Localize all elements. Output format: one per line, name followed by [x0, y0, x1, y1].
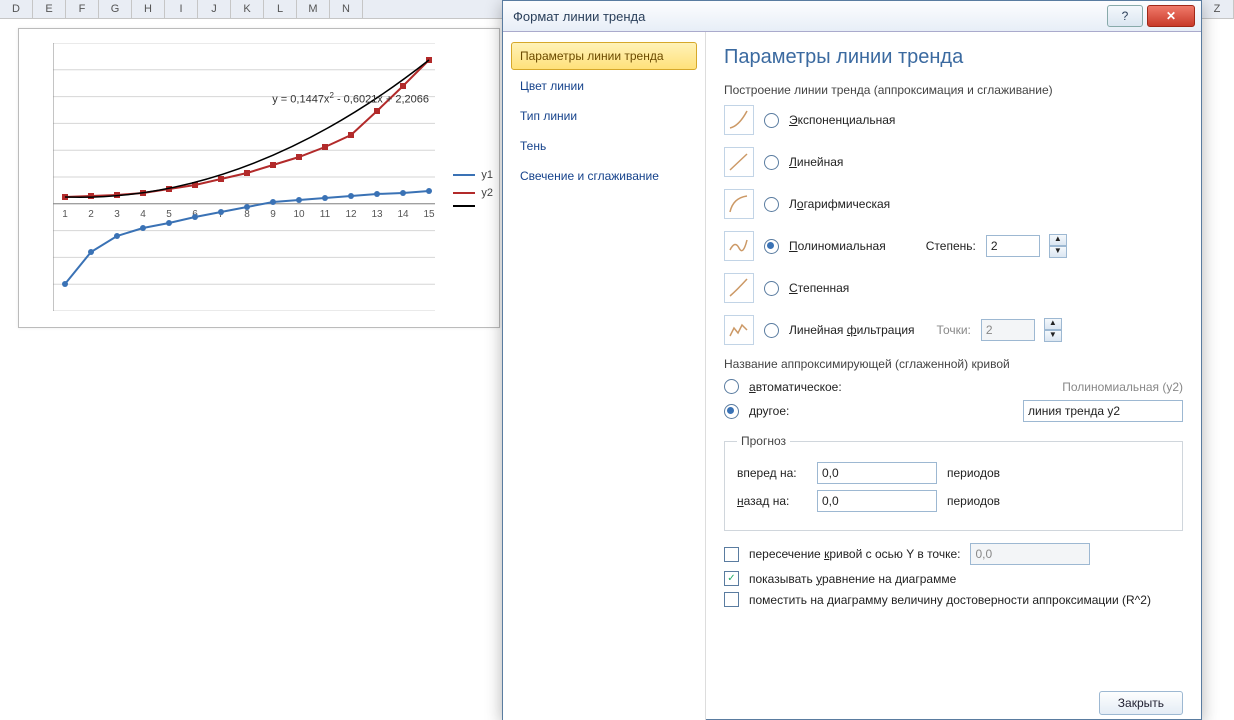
- radio-polynomial[interactable]: [764, 239, 779, 254]
- chart-plot: 302520 15105 0-5-10 -15-20 123 456 789 1…: [53, 43, 435, 311]
- points-label: Точки:: [937, 323, 971, 337]
- moving-avg-icon: [724, 315, 754, 345]
- label-exponential: ЭЭкспоненциальнаякспоненциальная: [789, 113, 895, 127]
- label-moving-average: Линейная фильтрация: [789, 323, 915, 337]
- embedded-chart[interactable]: 302520 15105 0-5-10 -15-20 123 456 789 1…: [18, 28, 500, 328]
- col-header[interactable]: M: [297, 0, 330, 18]
- group-title-name: Название аппроксимирующей (сглаженной) к…: [724, 357, 1183, 371]
- svg-text:12: 12: [345, 209, 357, 220]
- radio-moving-average[interactable]: [764, 323, 779, 338]
- checkbox-show-equation[interactable]: ✓: [724, 571, 739, 586]
- panel-heading: Параметры линии тренда: [724, 46, 1183, 69]
- degree-input[interactable]: 2: [986, 235, 1040, 257]
- custom-name-input[interactable]: линия тренда y2: [1023, 400, 1183, 422]
- sidebar-item-line-type[interactable]: Тип линии: [511, 102, 697, 130]
- label-name-auto: автоматическое:: [749, 380, 842, 394]
- power-icon: [724, 273, 754, 303]
- label-show-equation: показывать уравнение на диаграмме: [749, 572, 956, 586]
- svg-text:5: 5: [166, 209, 172, 220]
- backward-input[interactable]: 0,0: [817, 490, 937, 512]
- col-header[interactable]: L: [264, 0, 297, 18]
- forecast-group: Прогноз вперед на: 0,0 периодов назад на…: [724, 434, 1183, 531]
- sidebar-item-trend-options[interactable]: Параметры линии тренда: [511, 42, 697, 70]
- trendline-equation: y = 0,1447x2 - 0,6021x + 2,2066: [272, 91, 429, 106]
- sidebar-item-line-color[interactable]: Цвет линии: [511, 72, 697, 100]
- col-header[interactable]: J: [198, 0, 231, 18]
- polynomial-icon: [724, 231, 754, 261]
- col-header[interactable]: G: [99, 0, 132, 18]
- chevron-down-icon[interactable]: ▼: [1049, 246, 1067, 258]
- logarithmic-icon: [724, 189, 754, 219]
- dialog-title: Формат линии тренда: [513, 9, 645, 24]
- label-logarithmic: Логарифмическая: [789, 197, 890, 211]
- forward-units: периодов: [947, 466, 1000, 480]
- label-linear: Линейная: [789, 155, 843, 169]
- col-header[interactable]: F: [66, 0, 99, 18]
- help-button[interactable]: ?: [1107, 5, 1143, 27]
- linear-icon: [724, 147, 754, 177]
- close-icon[interactable]: ✕: [1147, 5, 1195, 27]
- radio-logarithmic[interactable]: [764, 197, 779, 212]
- svg-text:15: 15: [423, 209, 435, 220]
- radio-name-other[interactable]: [724, 404, 739, 419]
- radio-linear[interactable]: [764, 155, 779, 170]
- radio-name-auto[interactable]: [724, 379, 739, 394]
- points-input: 2: [981, 319, 1035, 341]
- degree-label: Степень:: [926, 239, 976, 253]
- chart-legend: y1 y2: [453, 169, 493, 213]
- chevron-up-icon[interactable]: ▲: [1049, 234, 1067, 246]
- svg-text:11: 11: [320, 209, 331, 220]
- label-name-other: другое:: [749, 404, 789, 418]
- checkbox-show-r2[interactable]: [724, 592, 739, 607]
- col-header[interactable]: D: [0, 0, 33, 18]
- dialog-main: Параметры линии тренда Построение линии …: [706, 32, 1201, 720]
- checkbox-intercept[interactable]: [724, 547, 739, 562]
- svg-text:2: 2: [88, 209, 94, 220]
- auto-name-value: Полиномиальная (y2): [1062, 380, 1183, 394]
- forward-input[interactable]: 0,0: [817, 462, 937, 484]
- group-title-trendtype: Построение линии тренда (аппроксимация и…: [724, 83, 1183, 97]
- forecast-legend: Прогноз: [737, 434, 790, 448]
- svg-text:10: 10: [293, 209, 305, 220]
- svg-text:13: 13: [371, 209, 383, 220]
- points-spinner: ▲▼: [1044, 318, 1062, 342]
- backward-label: назад на:: [737, 494, 807, 508]
- col-header[interactable]: Z: [1201, 0, 1234, 18]
- svg-text:14: 14: [397, 209, 409, 220]
- col-header[interactable]: I: [165, 0, 198, 18]
- dialog-sidebar: Параметры линии тренда Цвет линии Тип ли…: [503, 32, 706, 720]
- degree-spinner[interactable]: ▲▼: [1049, 234, 1067, 258]
- col-header[interactable]: K: [231, 0, 264, 18]
- radio-exponential[interactable]: [764, 113, 779, 128]
- svg-text:3: 3: [114, 209, 120, 220]
- sidebar-item-glow[interactable]: Свечение и сглаживание: [511, 162, 697, 190]
- close-button[interactable]: Закрыть: [1099, 691, 1183, 715]
- svg-text:1: 1: [62, 209, 68, 220]
- backward-units: периодов: [947, 494, 1000, 508]
- intercept-input: 0,0: [970, 543, 1090, 565]
- label-power: Степенная: [789, 281, 849, 295]
- label-show-r2: поместить на диаграмму величину достовер…: [749, 593, 1151, 607]
- svg-text:8: 8: [244, 209, 250, 220]
- svg-text:4: 4: [140, 209, 146, 220]
- dialog-titlebar[interactable]: Формат линии тренда ? ✕: [503, 1, 1201, 32]
- label-polynomial: Полиномиальная: [789, 239, 886, 253]
- format-trendline-dialog: Формат линии тренда ? ✕ Параметры линии …: [502, 0, 1202, 720]
- col-header[interactable]: E: [33, 0, 66, 18]
- exponential-icon: [724, 105, 754, 135]
- radio-power[interactable]: [764, 281, 779, 296]
- col-header[interactable]: N: [330, 0, 363, 18]
- col-header[interactable]: H: [132, 0, 165, 18]
- svg-text:9: 9: [270, 209, 276, 220]
- sidebar-item-shadow[interactable]: Тень: [511, 132, 697, 160]
- forward-label: вперед на:: [737, 466, 807, 480]
- label-intercept: пересечение кривой с осью Y в точке:: [749, 547, 960, 561]
